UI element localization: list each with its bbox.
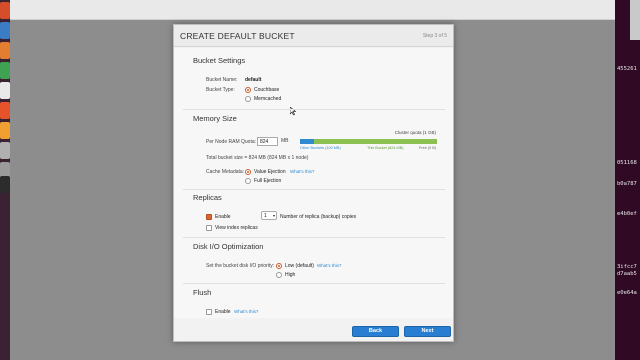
total-size-text: Total bucket size = 824 MB (824 MB x 1 n…: [206, 155, 309, 161]
divider: [183, 189, 445, 190]
terminal-line: 051168: [617, 160, 637, 166]
memory-size-heading: Memory Size: [193, 114, 237, 123]
memcached-radio[interactable]: [245, 96, 251, 102]
ram-quota-input[interactable]: 824: [257, 137, 278, 146]
replicas-enable-label: Enable: [215, 214, 231, 220]
bucket-type-label: Bucket Type:: [206, 87, 235, 93]
flush-whats-this-link[interactable]: What's this?: [234, 309, 258, 314]
this-bucket-label: This Bucket (824 MB): [367, 146, 404, 150]
firefox-icon[interactable]: [0, 42, 10, 59]
ram-quota-unit: MB: [281, 138, 289, 144]
high-priority-radio[interactable]: [276, 272, 282, 278]
dialog-title: CREATE DEFAULT BUCKET: [180, 31, 295, 41]
terminal-icon[interactable]: [0, 176, 10, 193]
other-buckets-segment: [300, 139, 314, 144]
replica-count-label: Number of replica (backup) copies: [280, 214, 357, 220]
disk-io-heading: Disk I/O Optimization: [193, 242, 264, 251]
ubuntu-icon[interactable]: [0, 2, 10, 19]
memcached-option-label: Memcached: [254, 96, 282, 102]
browser-tab-bar: [10, 0, 615, 20]
couchbase-option-label: Couchbase: [254, 87, 280, 93]
replicas-heading: Replicas: [193, 193, 222, 202]
replica-count-value: 1: [264, 213, 267, 219]
terminal-line: 455261: [617, 66, 637, 72]
disk-priority-label: Set the bucket disk I/O priority:: [206, 263, 275, 269]
index-replicas-label: View index replicas: [215, 225, 258, 231]
app-launcher: [0, 0, 10, 360]
full-ejection-radio[interactable]: [245, 178, 251, 184]
couchbase-radio[interactable]: [245, 87, 251, 93]
spreadsheet-icon[interactable]: [0, 62, 10, 79]
cache-metadata-label: Cache Metadata:: [206, 169, 245, 175]
full-ejection-label: Full Ejection: [254, 178, 282, 184]
bucket-name-value: default: [245, 77, 262, 83]
back-button[interactable]: Back: [352, 326, 399, 337]
replicas-enable-checkbox[interactable]: [206, 214, 212, 220]
divider: [183, 109, 445, 110]
terminal-window: 455261 051168 b0a787 e4b0ef 3ifcc7 d7aab…: [615, 0, 640, 360]
disk-whats-this-link[interactable]: What's this?: [317, 263, 341, 268]
replica-count-select[interactable]: 1 ▾: [261, 211, 277, 220]
dialog-body: Bucket Settings Bucket Name: default Buc…: [174, 48, 453, 318]
terminal-line: e0e64a: [617, 290, 637, 296]
dialog-header: CREATE DEFAULT BUCKET Step 3 of 5: [174, 25, 453, 47]
value-ejection-label: Value Ejection: [254, 169, 286, 175]
low-priority-label: Low (default): [285, 263, 314, 269]
scrollbar-thumb[interactable]: [630, 0, 640, 40]
other-buckets-label: Other Buckets (100 MB): [300, 146, 341, 150]
document-icon[interactable]: [0, 82, 10, 99]
high-priority-label: High: [285, 272, 296, 278]
terminal-line: e4b0ef: [617, 211, 637, 217]
free-label: Free (0 B): [419, 146, 437, 150]
step-indicator: Step 3 of 5: [422, 33, 447, 39]
low-priority-radio[interactable]: [276, 263, 282, 269]
divider: [183, 237, 445, 238]
flush-heading: Flush: [193, 288, 212, 297]
terminal-line: b0a787: [617, 181, 637, 187]
index-replicas-checkbox[interactable]: [206, 225, 212, 231]
chevron-down-icon: ▾: [272, 213, 275, 218]
bucket-settings-heading: Bucket Settings: [193, 56, 246, 65]
metadata-whats-this-link[interactable]: What's this?: [290, 169, 314, 174]
terminal-line: d7aab5: [617, 271, 637, 277]
flush-enable-checkbox[interactable]: [206, 309, 212, 315]
ram-quota-label: Per Node RAM Quota:: [206, 139, 257, 145]
settings-icon[interactable]: [0, 142, 10, 159]
bucket-name-label: Bucket Name:: [206, 77, 238, 83]
create-bucket-dialog: CREATE DEFAULT BUCKET Step 3 of 5 Bucket…: [173, 24, 454, 342]
value-ejection-radio[interactable]: [245, 169, 251, 175]
software-center-icon[interactable]: [0, 102, 10, 119]
flush-enable-label: Enable: [215, 309, 231, 315]
amazon-icon[interactable]: [0, 122, 10, 139]
cluster-quota-label: Cluster quota (1 GB): [394, 130, 436, 135]
next-button[interactable]: Next: [404, 326, 451, 337]
terminal-line: 3ifcc7: [617, 264, 637, 270]
files-icon[interactable]: [0, 22, 10, 39]
divider: [183, 283, 445, 284]
memory-usage-bar: [300, 139, 437, 144]
